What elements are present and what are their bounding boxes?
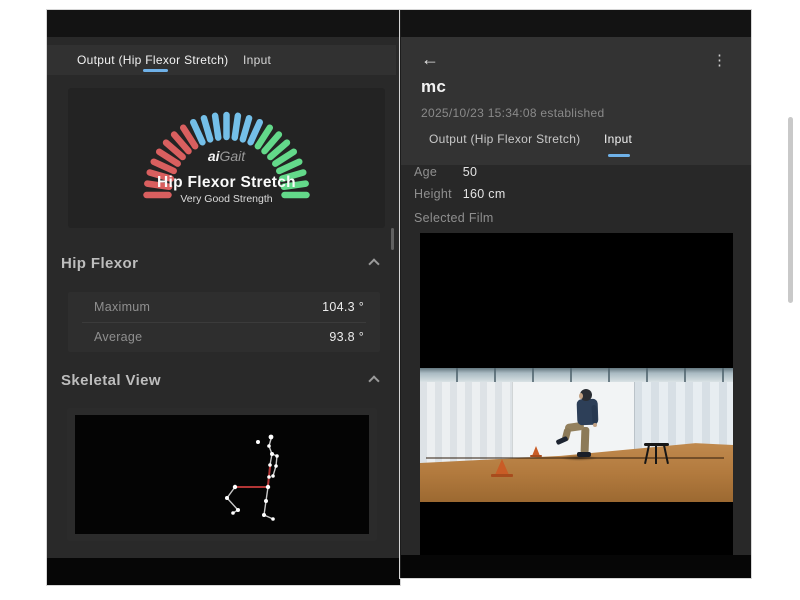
hip-flexor-section-header: Hip Flexor <box>61 255 386 272</box>
right-detail-panel: ← ⋮ mc 2025/10/23 15:34:08 established O… <box>400 10 751 578</box>
row-value: 93.8 ° <box>329 322 364 352</box>
table-row: Average 93.8 ° <box>68 322 380 352</box>
skeletal-view-section-title: Skeletal View <box>61 372 161 389</box>
chevron-up-icon[interactable] <box>368 258 379 269</box>
skeletal-view-card <box>67 408 377 541</box>
age-field: Age 50 <box>414 165 477 179</box>
screenshot-stage: Output (Hip Flexor Stretch) Input aiGait… <box>0 0 800 600</box>
film-frame <box>420 368 733 502</box>
cone <box>495 459 509 475</box>
row-value: 104.3 ° <box>322 292 364 322</box>
detail-header: ← ⋮ mc 2025/10/23 15:34:08 established O… <box>401 37 751 165</box>
height-field: Height 160 cm <box>414 187 506 201</box>
navigation-bar <box>401 555 751 578</box>
table-row: Maximum 104.3 ° <box>68 292 380 322</box>
navigation-bar <box>47 558 400 585</box>
field-label: Age <box>414 165 459 179</box>
record-title: mc <box>421 77 446 97</box>
strength-gauge-card: aiGait Hip Flexor Stretch Very Good Stre… <box>68 88 385 228</box>
skeletal-view-section-header: Skeletal View <box>61 372 386 389</box>
active-tab-underline <box>143 69 168 72</box>
field-label: Height <box>414 187 459 201</box>
field-value: 50 <box>463 165 478 179</box>
aigait-logo: aiGait <box>68 148 385 164</box>
record-timestamp: 2025/10/23 15:34:08 established <box>421 106 604 120</box>
panel-scrollbar[interactable] <box>391 228 394 250</box>
back-arrow-icon[interactable]: ← <box>421 49 439 70</box>
status-bar <box>401 10 751 37</box>
logo-ai: ai <box>208 148 220 164</box>
chevron-up-icon[interactable] <box>368 375 379 386</box>
selected-film-video[interactable] <box>420 233 733 555</box>
left-result-panel: Output (Hip Flexor Stretch) Input aiGait… <box>47 10 400 585</box>
selected-film-label: Selected Film <box>414 211 494 225</box>
status-bar <box>47 10 400 37</box>
hip-flexor-values-table: Maximum 104.3 ° Average 93.8 ° <box>68 292 380 352</box>
gauge-title: Hip Flexor Stretch <box>68 174 385 192</box>
tab-input[interactable]: Input <box>243 45 271 75</box>
active-tab-underline <box>608 154 630 157</box>
skeleton-figure <box>75 415 369 534</box>
page-scrollbar[interactable] <box>788 117 793 303</box>
kebab-menu-icon[interactable]: ⋮ <box>712 51 727 69</box>
stool <box>644 443 669 464</box>
row-label: Maximum <box>94 292 150 322</box>
left-tab-bar: Output (Hip Flexor Stretch) Input <box>47 45 396 75</box>
skeletal-view-canvas <box>75 415 369 534</box>
row-label: Average <box>94 322 142 352</box>
logo-gait: Gait <box>220 148 246 164</box>
tab-input[interactable]: Input <box>604 126 632 152</box>
gauge-subtitle: Very Good Strength <box>68 193 385 205</box>
hip-flexor-section-title: Hip Flexor <box>61 255 138 272</box>
field-value: 160 cm <box>463 187 506 201</box>
tab-output-hip-flexor-stretch[interactable]: Output (Hip Flexor Stretch) <box>429 126 580 152</box>
